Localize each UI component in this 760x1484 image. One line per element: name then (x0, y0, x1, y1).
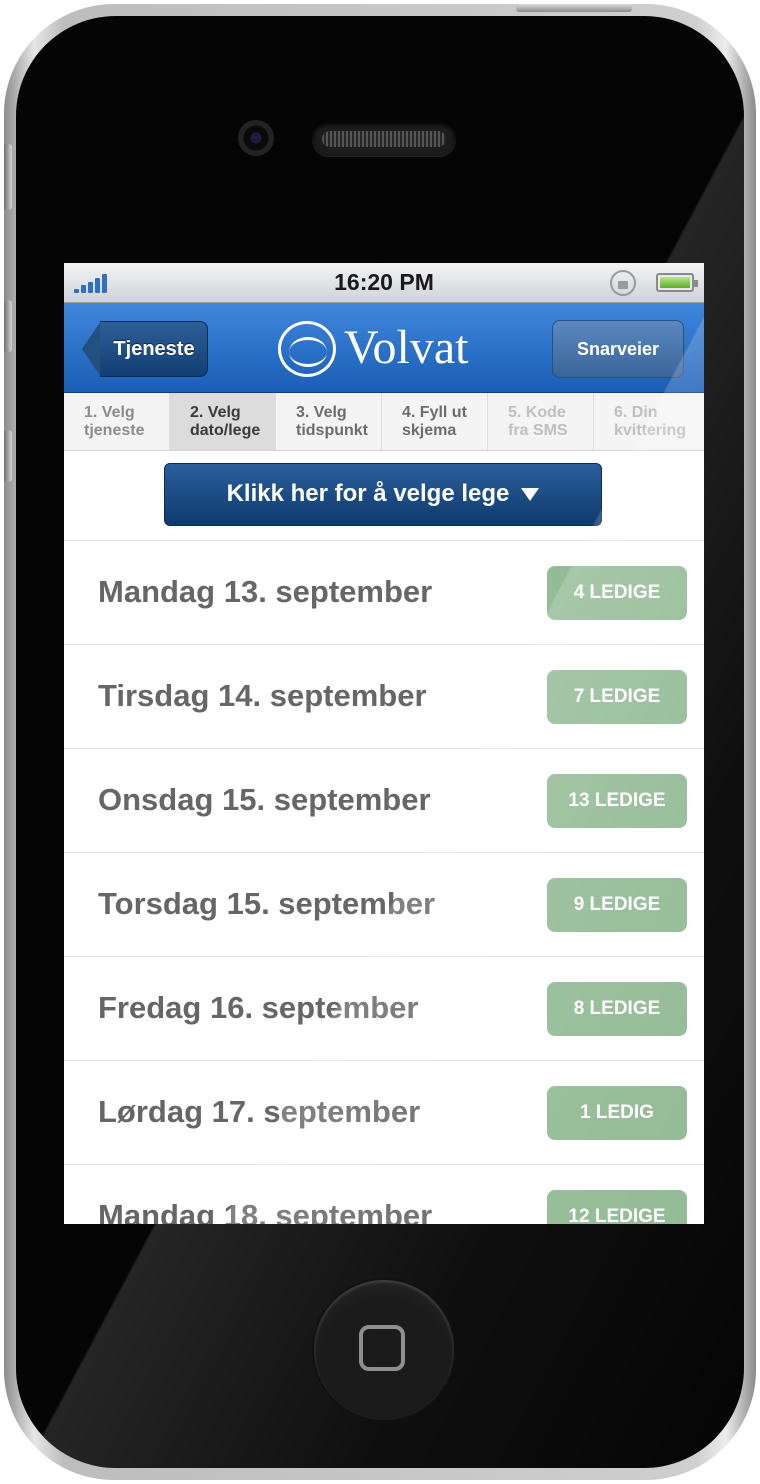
step-6[interactable]: 6. Din kvittering (594, 393, 704, 450)
date-row[interactable]: Tirsdag 14. september 7 LEDIGE (64, 644, 704, 748)
volume-down-button (4, 430, 12, 482)
availability-badge: 13 LEDIGE (547, 774, 687, 828)
shortcuts-button[interactable]: Snarveier (552, 320, 684, 378)
volume-up-button (4, 300, 12, 352)
hand-logo-icon (278, 321, 336, 377)
logo-text: Volvat (344, 321, 469, 374)
availability-badge: 12 LEDIGE (547, 1190, 687, 1224)
battery-icon (656, 273, 698, 292)
back-button-label: Tjeneste (113, 338, 195, 360)
availability-badge: 8 LEDIGE (547, 982, 687, 1036)
date-label: Tirsdag 14. september (98, 678, 427, 713)
date-label: Fredag 16. september (98, 990, 419, 1025)
back-arrow-icon (82, 321, 101, 377)
date-label: Torsdag 15. september (98, 886, 436, 921)
availability-badge: 4 LEDIGE (547, 566, 687, 620)
date-row[interactable]: Lørdag 17. september 1 LEDIG (64, 1060, 704, 1164)
navigation-bar: Tjeneste Volvat Snarveier (64, 303, 704, 393)
date-row[interactable]: Mandag 18. september 12 LEDIGE (64, 1164, 704, 1224)
rotation-lock-icon (610, 270, 636, 296)
home-button[interactable] (314, 1280, 454, 1420)
availability-badge: 7 LEDIGE (547, 670, 687, 724)
date-row[interactable]: Onsdag 15. september 13 LEDIGE (64, 748, 704, 852)
mute-switch (4, 144, 12, 210)
date-row[interactable]: Fredag 16. september 8 LEDIGE (64, 956, 704, 1060)
select-doctor-button[interactable]: Klikk her for å velge lege (164, 463, 602, 526)
step-5[interactable]: 5. Kode fra SMS (488, 393, 594, 450)
step-1[interactable]: 1. Velg tjeneste (64, 393, 170, 450)
volvat-logo: Volvat (278, 319, 478, 379)
app-screen: 16:20 PM Tjeneste Volvat Snarveier 1. Ve… (64, 263, 704, 1224)
earpiece-speaker (312, 122, 456, 156)
date-label: Onsdag 15. september (98, 782, 431, 817)
front-camera (238, 120, 274, 156)
step-4[interactable]: 4. Fyll ut skjema (382, 393, 488, 450)
back-button[interactable]: Tjeneste (82, 321, 208, 377)
home-square-icon (359, 1325, 405, 1371)
date-label: Lørdag 17. september (98, 1094, 421, 1129)
power-button (516, 4, 632, 12)
select-doctor-label: Klikk her for å velge lege (226, 480, 510, 507)
availability-badge: 1 LEDIG (547, 1086, 687, 1140)
date-label: Mandag 13. september (98, 574, 433, 609)
status-bar: 16:20 PM (64, 263, 704, 303)
step-2[interactable]: 2. Velg dato/lege (170, 393, 276, 450)
date-row[interactable]: Torsdag 15. september 9 LEDIGE (64, 852, 704, 956)
date-row[interactable]: Mandag 13. september 4 LEDIGE (64, 540, 704, 644)
status-time: 16:20 PM (334, 269, 434, 295)
availability-badge: 9 LEDIGE (547, 878, 687, 932)
date-label: Mandag 18. september (98, 1198, 433, 1224)
step-3[interactable]: 3. Velg tidspunkt (276, 393, 382, 450)
progress-steps: 1. Velg tjeneste 2. Velg dato/lege 3. Velg… (64, 393, 704, 451)
dropdown-triangle-icon (521, 488, 540, 502)
